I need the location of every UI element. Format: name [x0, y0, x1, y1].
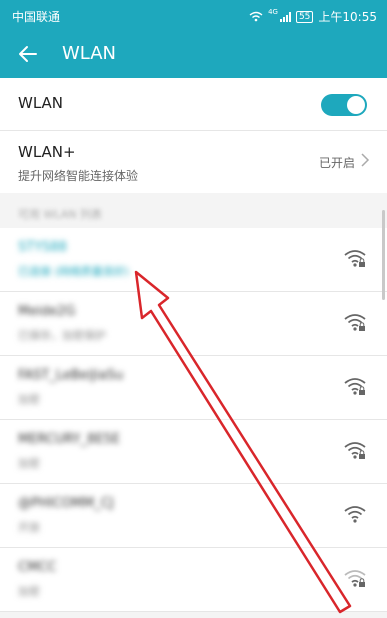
clock: 上午10:55 — [318, 10, 377, 24]
back-arrow-icon[interactable] — [14, 40, 42, 68]
network-item-connected[interactable]: STYS88 已连接 (网络质量良好) — [0, 228, 387, 292]
available-networks-header: 可用 WLAN 列表 — [18, 208, 103, 221]
network-ssid: CMCC — [18, 560, 57, 575]
wlan-plus-subtitle: 提升网络智能连接体验 — [18, 169, 139, 183]
status-icons: 4G 55 上午10:55 — [249, 8, 377, 25]
network-ssid: Meide2G — [18, 304, 76, 319]
battery-icon: 55 — [295, 10, 314, 23]
network-desc: 加密 — [18, 457, 40, 470]
toggle-knob — [347, 96, 365, 114]
network-desc: 加密 — [18, 393, 40, 406]
signal-icon — [279, 11, 291, 22]
network-list: STYS88 已连接 (网络质量良好) Meide2G 已保存，加密保护 FAS… — [0, 228, 387, 612]
wifi-open-icon — [344, 506, 366, 523]
network-desc: 开放 — [18, 521, 40, 534]
wifi-locked-icon — [344, 378, 366, 395]
network-type-label: 4G — [268, 8, 278, 16]
network-ssid: @PHICOMM_CJ — [18, 496, 114, 511]
network-desc: 加密 — [18, 585, 40, 598]
network-ssid: STYS88 — [18, 240, 67, 255]
network-ssid: MERCURY_8E5E — [18, 432, 121, 447]
network-item[interactable]: Meide2G 已保存，加密保护 — [0, 292, 387, 356]
wlan-label: WLAN — [18, 94, 64, 112]
wifi-status-icon — [249, 11, 263, 22]
network-item[interactable]: CMCC 加密 — [0, 548, 387, 612]
network-ssid: FAST_LeBeiJiaSu — [18, 368, 124, 383]
network-item[interactable]: @PHICOMM_CJ 开放 — [0, 484, 387, 548]
chevron-right-icon — [361, 153, 370, 167]
wifi-weak-locked-icon — [344, 570, 366, 587]
wlan-toggle-row[interactable]: WLAN — [0, 78, 387, 131]
wifi-locked-icon — [344, 442, 366, 459]
wlan-plus-status: 已开启 — [318, 156, 355, 170]
page-title: WLAN — [62, 43, 117, 64]
scrollbar[interactable] — [382, 210, 385, 300]
wlan-plus-label: WLAN+ — [18, 143, 76, 161]
app-bar: WLAN — [0, 30, 387, 78]
network-item[interactable]: MERCURY_8E5E 加密 — [0, 420, 387, 484]
wlan-toggle-switch[interactable] — [321, 94, 367, 116]
network-item[interactable]: FAST_LeBeiJiaSu 加密 — [0, 356, 387, 420]
wifi-locked-icon — [344, 250, 366, 267]
carrier-label: 中国联通 — [12, 10, 61, 24]
network-desc: 已连接 (网络质量良好) — [18, 265, 130, 278]
wifi-locked-icon — [344, 314, 366, 331]
wlan-plus-row[interactable]: WLAN+ 提升网络智能连接体验 已开启 — [0, 131, 387, 193]
network-desc: 已保存，加密保护 — [18, 329, 106, 342]
status-bar: 中国联通 4G 55 上午10:55 — [0, 0, 387, 30]
